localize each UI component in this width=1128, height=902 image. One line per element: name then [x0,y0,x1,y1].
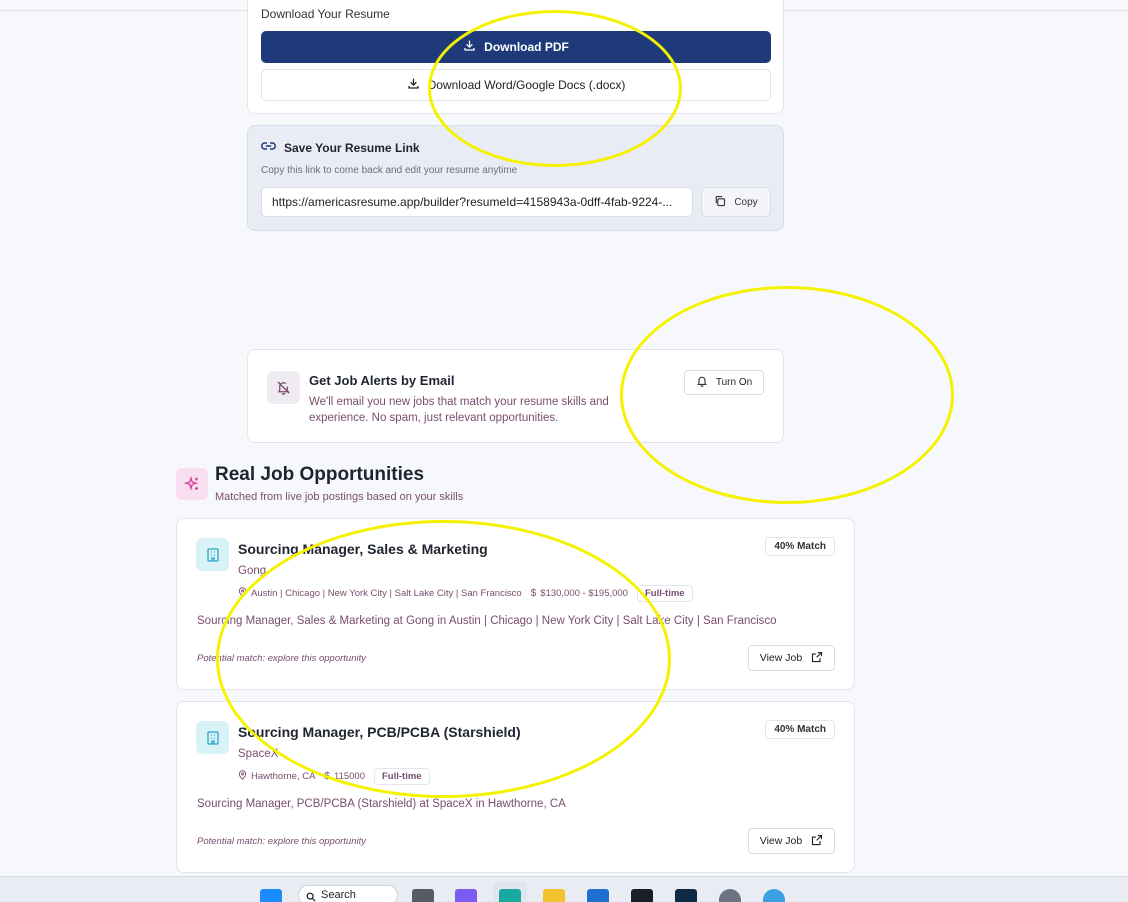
turn-on-alerts-button[interactable]: Turn On [684,370,764,395]
search-icon [306,890,316,902]
job-company: SpaceX [238,748,279,760]
job-company: Gong [238,565,267,577]
download-icon [463,39,476,55]
dropbox-icon[interactable] [631,889,653,902]
view-job-label: View Job [759,835,803,847]
save-link-card: Save Your Resume Link Copy this link to … [247,125,784,231]
taskbar-search[interactable]: Search [298,885,398,902]
job-location-text: Austin | Chicago | New York City | Salt … [251,588,522,599]
task-view-icon[interactable] [412,889,434,902]
opportunities-subtitle: Matched from live job postings based on … [215,491,464,503]
view-job-button[interactable]: View Job [748,828,835,854]
edge-icon[interactable] [499,889,521,902]
download-docx-button[interactable]: Download Word/Google Docs (.docx) [261,69,771,101]
app-icon[interactable] [675,889,697,902]
job-card: Sourcing Manager, PCB/PCBA (Starshield) … [176,701,855,873]
job-salary: $ 115000 [324,771,365,782]
job-meta: Hawthorne, CA $ 115000 Full-time [238,768,430,785]
copilot-icon[interactable] [455,889,477,902]
job-location: Austin | Chicago | New York City | Salt … [238,587,522,600]
dollar-icon: $ [530,588,537,599]
save-link-title-text: Save Your Resume Link [284,140,420,155]
sparkles-icon [176,468,208,500]
job-description: Sourcing Manager, PCB/PCBA (Starshield) … [197,798,566,810]
save-link-subtitle: Copy this link to come back and edit you… [261,165,518,176]
job-location-text: Hawthorne, CA [251,771,316,782]
job-location: Hawthorne, CA [238,770,315,783]
job-salary: $ $130,000 - $195,000 [531,588,628,599]
map-pin-icon [238,770,247,783]
map-pin-icon [238,587,247,600]
settings-icon[interactable] [719,889,741,902]
job-alerts-description: We'll email you new jobs that match your… [309,396,609,424]
copy-icon [714,195,726,210]
building-icon [196,721,229,754]
folder-icon[interactable] [543,889,565,902]
turn-on-label: Turn On [715,377,753,388]
job-meta: Austin | Chicago | New York City | Salt … [238,585,693,602]
job-type-badge: Full-time [373,768,430,785]
resume-link-field[interactable]: https://americasresume.app/builder?resum… [261,187,693,217]
view-job-label: View Job [759,652,803,664]
job-card: Sourcing Manager, Sales & Marketing Gong… [176,518,855,690]
download-icon [407,77,420,93]
download-pdf-label: Download PDF [484,40,569,54]
download-card: Download Your Resume Download PDF Downlo… [247,0,784,114]
download-docx-label: Download Word/Google Docs (.docx) [427,78,626,92]
opportunities-title: Real Job Opportunities [215,464,425,485]
job-title: Sourcing Manager, PCB/PCBA (Starshield) [238,724,521,740]
job-description: Sourcing Manager, Sales & Marketing at G… [197,615,777,627]
copy-label: Copy [734,196,758,208]
match-badge: 40% Match [765,537,835,556]
taskbar-search-label: Search [321,889,356,901]
bell-off-icon [267,371,300,404]
download-title: Download Your Resume [261,7,390,21]
job-alerts-card: Get Job Alerts by Email We'll email you … [247,349,784,443]
download-pdf-button[interactable]: Download PDF [261,31,771,63]
job-type-badge: Full-time [636,585,693,602]
job-salary-text: $130,000 - $195,000 [540,588,628,599]
view-job-button[interactable]: View Job [748,645,835,671]
job-title: Sourcing Manager, Sales & Marketing [238,541,488,557]
external-link-icon [811,834,823,849]
job-note: Potential match: explore this opportunit… [197,836,366,847]
link-icon [261,140,276,155]
building-icon [196,538,229,571]
start-icon[interactable] [260,889,282,902]
dollar-icon: $ [324,771,330,782]
save-link-title: Save Your Resume Link [261,140,420,155]
copy-button[interactable]: Copy [701,187,771,217]
globe-icon[interactable] [763,889,785,902]
external-link-icon [811,651,823,666]
bell-icon [696,375,708,390]
store-icon[interactable] [587,889,609,902]
job-salary-text: 115000 [333,771,365,782]
match-badge: 40% Match [765,720,835,739]
job-alerts-title: Get Job Alerts by Email [309,373,455,388]
taskbar: Search [0,876,1128,902]
job-note: Potential match: explore this opportunit… [197,653,366,664]
